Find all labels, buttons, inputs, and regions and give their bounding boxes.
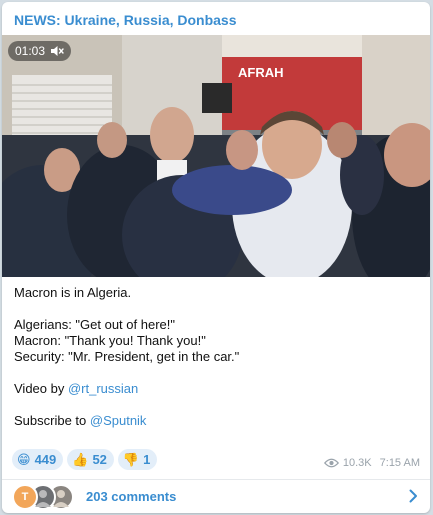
view-count: 10.3K	[342, 457, 372, 469]
post-time: 7:15 AM	[379, 457, 420, 469]
video-credit-line: Video by @rt_russian	[14, 381, 414, 397]
storefront-sign: AFRAH	[238, 65, 284, 80]
rt-russian-link[interactable]: @rt_russian	[68, 381, 138, 396]
commenter-avatars: T	[12, 483, 82, 510]
thumbs-down-icon: 👎	[122, 452, 140, 467]
video-duration-badge[interactable]: 01:03	[8, 41, 72, 61]
post-text-line: Macron is in Algeria.	[14, 285, 132, 300]
video-player[interactable]: AFRAH 01:03	[2, 35, 430, 277]
subscribe-line: Subscribe to @Sputnik	[14, 413, 414, 429]
subscribe-prefix: Subscribe to	[14, 413, 90, 428]
post-meta: 10.3K 7:15 AM	[323, 457, 420, 469]
reaction-thumbs-down[interactable]: 👎 1	[117, 449, 158, 470]
reaction-grin[interactable]: 😁 449	[12, 449, 64, 470]
sputnik-link[interactable]: @Sputnik	[90, 413, 147, 428]
thumbs-up-icon: 👍	[72, 452, 89, 467]
comments-button[interactable]: T 203 comments	[2, 480, 430, 513]
eye-icon	[323, 458, 339, 468]
video-credit-prefix: Video by	[14, 381, 68, 396]
reactions-bar: 😁 449 👍 52 👎 1	[12, 449, 158, 470]
video-frame	[2, 35, 430, 277]
muted-speaker-icon[interactable]	[50, 45, 64, 57]
comments-count: 203 comments	[86, 489, 177, 504]
post-text-line: Security: "Mr. President, get in the car…	[14, 349, 240, 364]
channel-post: NEWS: Ukraine, Russia, Donbass AFRAH 01:…	[2, 2, 430, 513]
post-text-line: Macron: "Thank you! Thank you!"	[14, 333, 206, 348]
reaction-count: 52	[92, 452, 107, 467]
reaction-count: 449	[34, 452, 57, 467]
chevron-right-icon	[409, 489, 418, 503]
reaction-thumbs-up[interactable]: 👍 52	[67, 449, 114, 470]
reaction-count: 1	[143, 452, 151, 467]
video-duration: 01:03	[15, 44, 46, 58]
post-text-line: Algerians: "Get out of here!"	[14, 317, 175, 332]
post-text: Macron is in Algeria. Algerians: "Get ou…	[14, 285, 414, 429]
channel-name[interactable]: NEWS: Ukraine, Russia, Donbass	[14, 12, 237, 28]
grin-emoji-icon: 😁	[17, 452, 31, 467]
avatar: T	[12, 483, 38, 510]
